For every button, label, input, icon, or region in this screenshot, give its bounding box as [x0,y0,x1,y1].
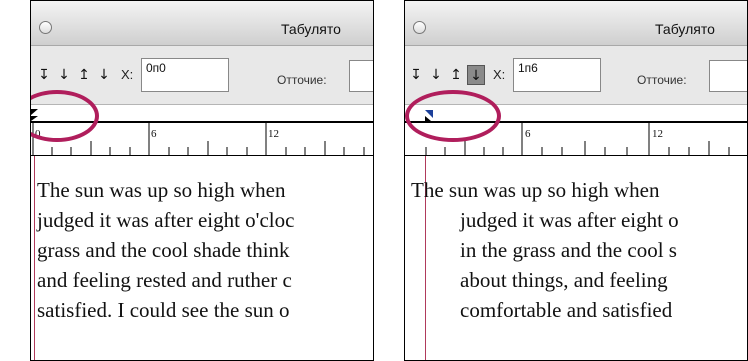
text-line: about things, and feeling [460,268,668,292]
leader-input[interactable] [349,60,373,92]
center-justified-tab-button[interactable]: ↓ [55,65,73,85]
x-position-input[interactable]: 0п0 [141,58,229,92]
text-line: judged it was after eight o [460,208,679,232]
ruler-label-12: 12 [268,128,279,140]
text-line: judged it was after eight o'cloc [37,208,295,232]
panel-titlebar[interactable]: Табулято [405,1,747,46]
text-line: in the grass and the cool s [460,238,677,262]
align-decimal-tab-button[interactable]: ↓ [467,65,485,85]
x-position-label: X: [493,67,506,82]
x-position-input[interactable]: 1п6 [513,58,601,92]
align-decimal-tab-button[interactable]: ↓ [95,65,113,85]
highlight-circle [405,90,501,142]
left-justified-tab-button[interactable]: ↧ [35,65,53,85]
text-line: grass and the cool shade think [37,238,290,262]
ruler-label-6: 6 [151,128,157,140]
right-justified-tab-button[interactable]: ↥ [447,65,465,85]
left-margin-guide [34,156,35,360]
close-icon[interactable] [39,21,52,34]
panel-titlebar[interactable]: Табулято [31,1,373,46]
tabs-panel-after: Табулято ↧ ↓ ↥ ↓ X: 1п6 Отточие: 6 12 Th… [404,0,748,361]
panel-title: Табулято [655,21,715,37]
center-justified-tab-button[interactable]: ↓ [427,65,445,85]
text-line: satisfied. I could see the sun o [37,298,290,322]
text-line: and feeling rested and ruther c [37,268,292,292]
ruler-label-12: 12 [652,128,663,140]
text-frame[interactable]: The sun was up so high when judged it wa… [405,156,747,360]
text-line: The sun was up so high when [37,178,286,202]
tabs-panel-before: Табулято ↧ ↓ ↥ ↓ X: 0п0 Отточие: 0 6 12 … [30,0,374,361]
leader-label: Отточие: [637,73,687,87]
text-line: comfortable and satisfied [460,298,673,322]
x-position-label: X: [121,67,134,82]
text-frame[interactable]: The sun was up so high when judged it wa… [31,156,373,360]
panel-title: Табулято [281,21,341,37]
close-icon[interactable] [413,21,426,34]
leader-input[interactable] [709,60,747,92]
ruler-label-6: 6 [525,128,531,140]
text-line: The sun was up so high when [411,178,660,202]
leader-label: Отточие: [277,73,327,87]
right-justified-tab-button[interactable]: ↥ [75,65,93,85]
left-justified-tab-button[interactable]: ↧ [407,65,425,85]
